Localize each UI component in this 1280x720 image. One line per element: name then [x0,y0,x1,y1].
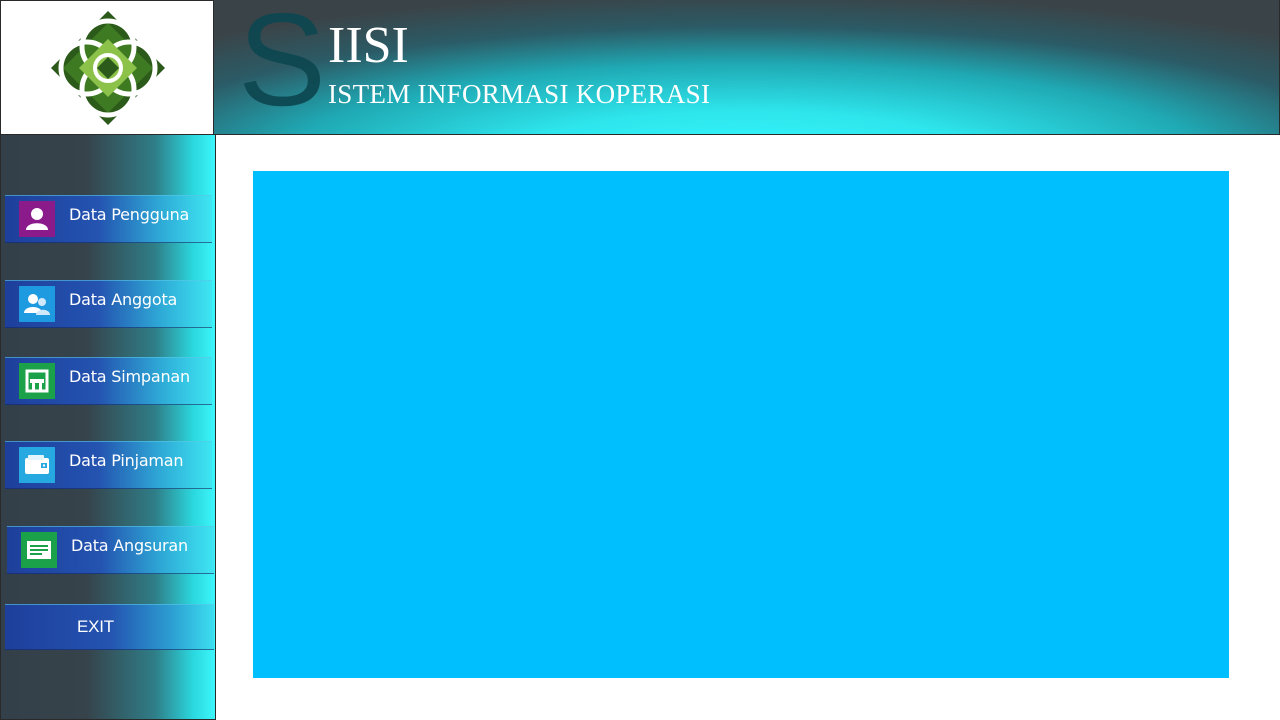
document-icon [21,532,57,568]
members-icon [19,286,55,322]
koperasi-logo-icon [51,11,165,125]
sidebar-item-label: Data Angsuran [71,535,188,555]
header-banner: S IISI ISTEM INFORMASI KOPERASI [214,0,1280,135]
sidebar-item-data-anggota[interactable]: Data Anggota [5,280,212,328]
app-window: S IISI ISTEM INFORMASI KOPERASI Data Pen… [0,0,1280,720]
sidebar-item-label: Data Simpanan [69,366,190,386]
sidebar-item-data-angsuran[interactable]: Data Angsuran [7,526,214,574]
sidebar-item-label: Data Pinjaman [69,450,184,470]
save-icon [19,363,55,399]
app-subtitle: ISTEM INFORMASI KOPERASI [328,79,711,109]
exit-button[interactable]: EXIT [5,604,214,650]
exit-label: EXIT [77,617,114,636]
app-title: IISI [328,17,409,74]
sidebar-item-label: Data Pengguna [69,204,190,224]
logo-box [0,0,214,135]
header-big-letter: S [238,0,327,133]
sidebar-item-data-pinjaman[interactable]: Data Pinjaman [5,441,212,489]
sidebar-item-label: Data Anggota [69,289,178,309]
wallet-icon [19,447,55,483]
sidebar-item-data-pengguna[interactable]: Data Pengguna [5,195,212,243]
sidebar: Data Pengguna Data Anggota Data Simpanan… [0,135,216,720]
content-panel [253,171,1229,678]
user-icon [19,201,55,237]
sidebar-item-data-simpanan[interactable]: Data Simpanan [5,357,212,405]
